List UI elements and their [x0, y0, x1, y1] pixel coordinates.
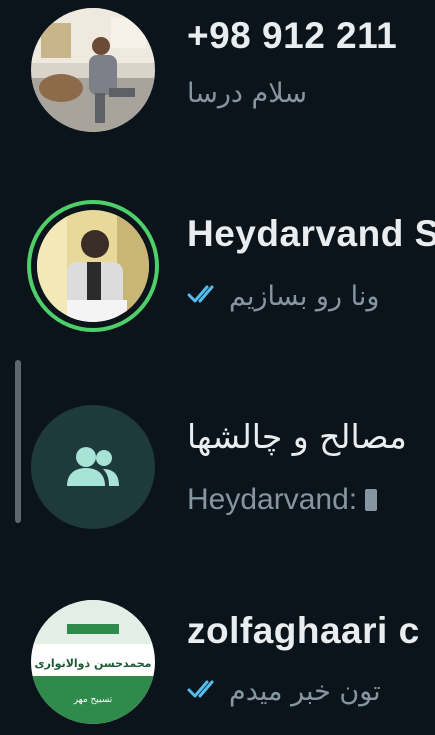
contact-avatar[interactable]: محمدحسن ذوالانواری تسبیح مهر [31, 600, 155, 724]
message-preview: Heydarvand: [187, 483, 378, 517]
avatar-photo [37, 210, 149, 322]
chat-row[interactable]: محمدحسن ذوالانواری تسبیح مهر zolfaghaari… [0, 600, 435, 735]
preview-text: تون خبر میدم [229, 675, 381, 707]
chat-title: zolfaghaari c [187, 610, 420, 651]
campaign-logo-icon: محمدحسن ذوالانواری تسبیح مهر [31, 600, 155, 724]
chat-row[interactable]: Heydarvand S ونا رو بسازیم [0, 195, 435, 355]
group-avatar[interactable] [31, 405, 155, 529]
contact-avatar-with-status[interactable] [27, 200, 159, 332]
avatar-logo-subtext: تسبیح مهر [73, 695, 113, 705]
chat-title: +98 912 211 [187, 15, 398, 56]
chat-title: Heydarvand S [187, 213, 435, 254]
chat-row[interactable]: +98 912 211 سلام درسا [0, 0, 435, 160]
message-preview: ونا رو بسازیم [187, 279, 379, 313]
read-receipt-icon [187, 279, 221, 313]
contact-avatar[interactable] [31, 8, 155, 132]
chat-title: مصالح و چالشها [187, 417, 407, 456]
preview-text: ونا رو بسازیم [229, 280, 380, 312]
preview-text: سلام درسا [187, 78, 307, 109]
avatar-logo-text: محمدحسن ذوالانواری [35, 657, 152, 670]
message-preview: تون خبر میدم [187, 674, 381, 708]
chat-row[interactable]: مصالح و چالشها Heydarvand: [0, 405, 435, 565]
read-receipt-icon [187, 674, 221, 708]
avatar-photo [31, 8, 155, 132]
preview-sender: Heydarvand: [187, 483, 358, 516]
group-icon [67, 447, 119, 486]
chat-list: +98 912 211 سلام درسا Heydarvand S ونا ر… [0, 0, 435, 735]
document-icon [365, 489, 378, 511]
message-preview: سلام درسا [187, 78, 307, 109]
scrollbar[interactable] [15, 360, 21, 523]
